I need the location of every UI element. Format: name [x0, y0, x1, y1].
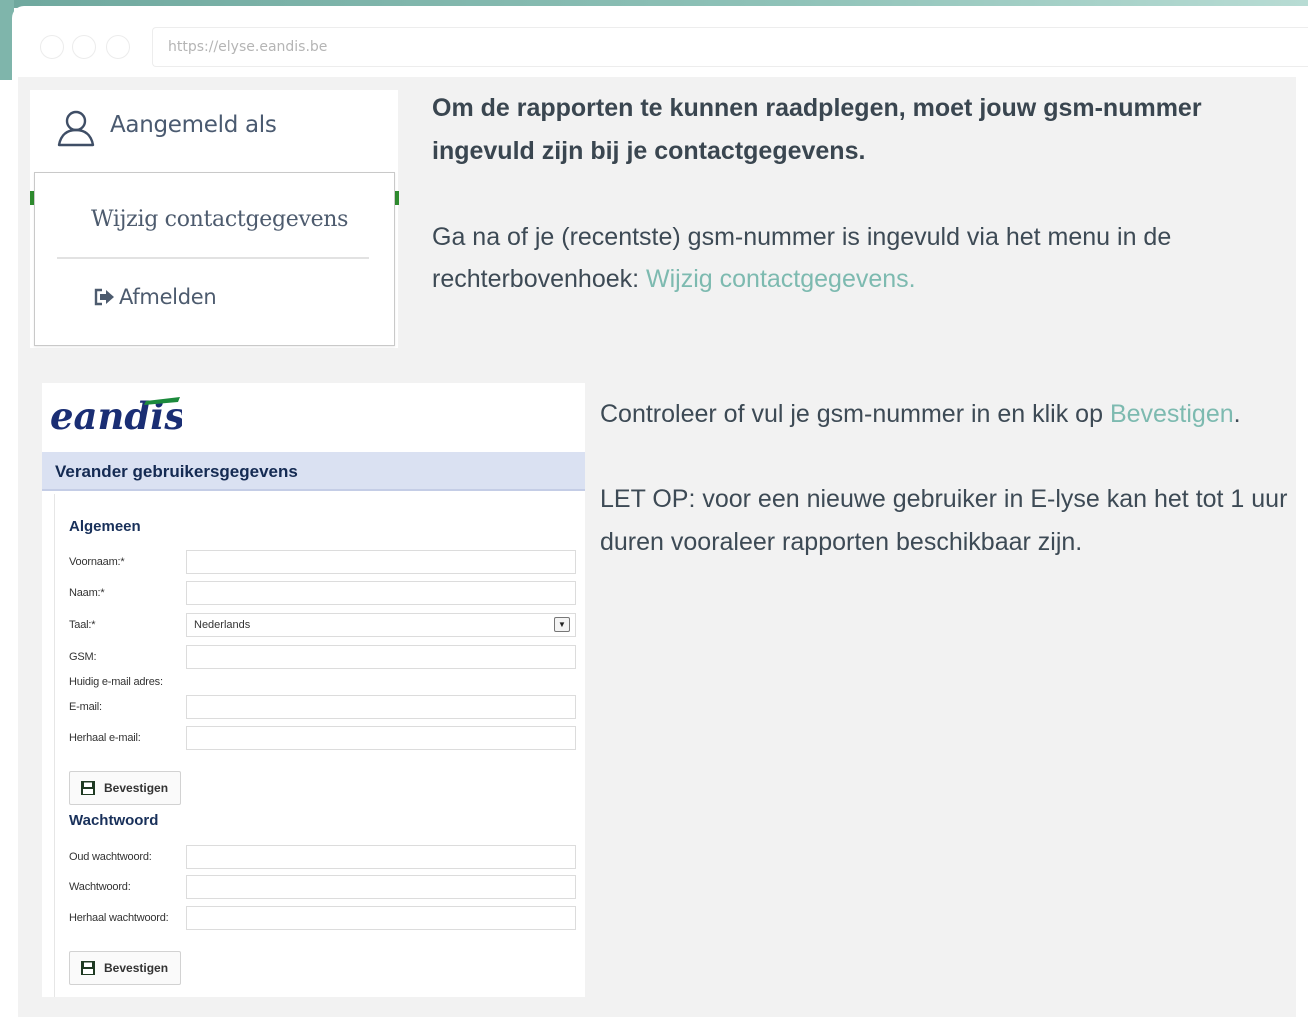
logout-label: Afmelden	[119, 285, 217, 309]
confirm-button-label: Bevestigen	[104, 781, 169, 795]
window-minimize-dot[interactable]	[72, 35, 96, 59]
window-maximize-dot[interactable]	[106, 35, 130, 59]
menu-item-logout[interactable]: Afmelden	[93, 285, 217, 309]
gsm-label: GSM:	[69, 651, 97, 663]
chevron-down-icon[interactable]: ▼	[554, 617, 570, 632]
logout-icon	[94, 288, 114, 306]
step2-body: Controleer of vul je gsm-nummer in en kl…	[600, 400, 1110, 428]
user-icon	[57, 110, 95, 147]
repeat-email-input[interactable]	[186, 726, 576, 750]
eandis-logo: eandis	[50, 394, 182, 438]
intro-text: Om de rapporten te kunnen raadplegen, mo…	[432, 94, 1202, 165]
email-label: E-mail:	[69, 701, 102, 713]
current-email-label: Huidig e-mail adres:	[69, 676, 163, 688]
lastname-label: Naam:*	[69, 587, 105, 599]
user-form-screenshot: eandis Verander gebruikersgegevens Algem…	[42, 383, 585, 997]
save-icon	[81, 781, 95, 795]
language-select[interactable]: Nederlands ▼	[186, 613, 576, 637]
signed-in-label: Aangemeld als	[110, 112, 277, 138]
menu-divider	[57, 257, 369, 259]
form-header-title: Verander gebruikersgegevens	[55, 462, 298, 481]
confirm-button-password[interactable]: Bevestigen	[69, 951, 181, 985]
confirm-button-general[interactable]: Bevestigen	[69, 771, 181, 805]
form-header-bar: Verander gebruikersgegevens	[42, 452, 585, 491]
note-text: LET OP: voor een nieuwe gebruiker in E-l…	[600, 485, 1288, 556]
repeat-email-label: Herhaal e-mail:	[69, 732, 141, 744]
section-password-title: Wachtwoord	[69, 812, 159, 829]
repeat-password-label: Herhaal wachtwoord:	[69, 912, 169, 924]
account-dropdown: Wijzig contactgegevens Afmelden	[34, 172, 395, 346]
step2-end: .	[1233, 400, 1241, 428]
repeat-password-input[interactable]	[186, 906, 576, 930]
confirm-button-label: Bevestigen	[104, 961, 169, 975]
password-input[interactable]	[186, 875, 576, 899]
step2-text: Controleer of vul je gsm-nummer in en kl…	[600, 393, 1300, 435]
firstname-input[interactable]	[186, 550, 576, 574]
lastname-input[interactable]	[186, 581, 576, 605]
confirm-link[interactable]: Bevestigen	[1110, 400, 1234, 428]
save-icon	[81, 961, 95, 975]
gsm-input[interactable]	[186, 645, 576, 669]
firstname-label: Voornaam:*	[69, 556, 125, 568]
form-body: Algemeen Voornaam:* Naam:* Taal:* Nederl…	[54, 494, 585, 997]
email-input[interactable]	[186, 695, 576, 719]
browser-titlebar: https://elyse.eandis.be	[12, 6, 1308, 82]
page-content: Aangemeld als Wijzig contactgegevens Afm…	[18, 77, 1296, 1017]
section-general-title: Algemeen	[69, 518, 141, 535]
old-password-label: Oud wachtwoord:	[69, 851, 152, 863]
edit-contact-link[interactable]: Wijzig contactgegevens.	[646, 265, 916, 293]
account-menu-screenshot: Aangemeld als Wijzig contactgegevens Afm…	[30, 90, 399, 348]
password-label: Wachtwoord:	[69, 881, 131, 893]
old-password-input[interactable]	[186, 845, 576, 869]
step1-text: Ga na of je (recentste) gsm-nummer is in…	[432, 216, 1282, 300]
window-close-dot[interactable]	[40, 35, 64, 59]
language-value: Nederlands	[194, 619, 251, 631]
url-bar[interactable]: https://elyse.eandis.be	[152, 27, 1308, 67]
language-label: Taal:*	[69, 619, 96, 631]
menu-item-edit-contact[interactable]: Wijzig contactgegevens	[91, 207, 348, 232]
